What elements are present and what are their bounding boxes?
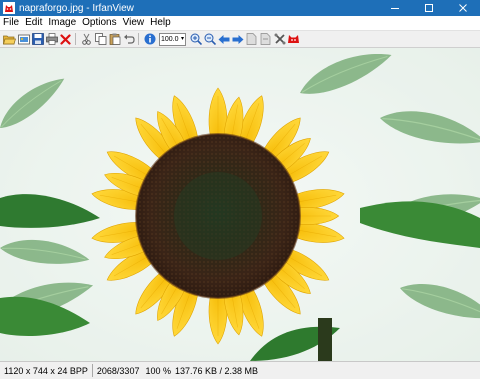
status-dimensions: 1120 x 744 x 24 BPP	[4, 365, 88, 376]
minimize-button[interactable]	[378, 0, 412, 16]
first-page-icon[interactable]	[245, 33, 258, 46]
copy-icon[interactable]	[94, 33, 107, 46]
exit-icon[interactable]	[287, 33, 300, 46]
menu-help[interactable]: Help	[147, 16, 174, 30]
image-canvas[interactable]	[0, 48, 480, 361]
open-folder-icon[interactable]	[3, 33, 16, 46]
next-icon[interactable]	[231, 33, 244, 46]
menu-bar: File Edit Image Options View Help	[0, 16, 480, 31]
last-page-icon[interactable]	[259, 33, 272, 46]
info-icon[interactable]	[143, 33, 156, 46]
maximize-icon	[425, 4, 433, 12]
status-bar: 1120 x 744 x 24 BPP 2068/3307 100 % 137.…	[0, 361, 480, 379]
zoom-in-icon[interactable]	[189, 33, 202, 46]
close-icon	[459, 4, 467, 12]
status-zoom: 100 %	[145, 365, 171, 376]
minimize-icon	[391, 8, 399, 9]
close-button[interactable]	[446, 0, 480, 16]
menu-options[interactable]: Options	[79, 16, 119, 30]
sunflower-image	[0, 48, 480, 361]
zoom-value: 100.0	[161, 35, 179, 43]
irfanview-app-icon[interactable]	[3, 2, 15, 14]
print-icon[interactable]	[45, 33, 58, 46]
title-bar[interactable]: napraforgo.jpg - IrfanView	[0, 0, 480, 16]
zoom-combobox[interactable]: 100.0 ▾	[159, 32, 186, 46]
toolbar: 100.0 ▾	[0, 31, 480, 48]
toolbar-separator	[75, 33, 76, 45]
maximize-button[interactable]	[412, 0, 446, 16]
status-index: 2068/3307	[96, 365, 140, 376]
zoom-out-icon[interactable]	[203, 33, 216, 46]
menu-file[interactable]: File	[0, 16, 22, 30]
cut-icon[interactable]	[80, 33, 93, 46]
save-icon[interactable]	[31, 33, 44, 46]
toolbar-separator	[138, 33, 139, 45]
window-title: napraforgo.jpg - IrfanView	[19, 2, 134, 14]
menu-image[interactable]: Image	[45, 16, 79, 30]
settings-icon[interactable]	[273, 33, 286, 46]
chevron-down-icon: ▾	[180, 35, 184, 42]
previous-icon[interactable]	[217, 33, 230, 46]
undo-icon[interactable]	[122, 33, 135, 46]
paste-icon[interactable]	[108, 33, 121, 46]
status-sizes: 137.76 KB / 2.38 MB	[174, 365, 259, 376]
delete-icon[interactable]	[59, 33, 72, 46]
slideshow-icon[interactable]	[17, 33, 30, 46]
menu-edit[interactable]: Edit	[22, 16, 45, 30]
menu-view[interactable]: View	[120, 16, 148, 30]
